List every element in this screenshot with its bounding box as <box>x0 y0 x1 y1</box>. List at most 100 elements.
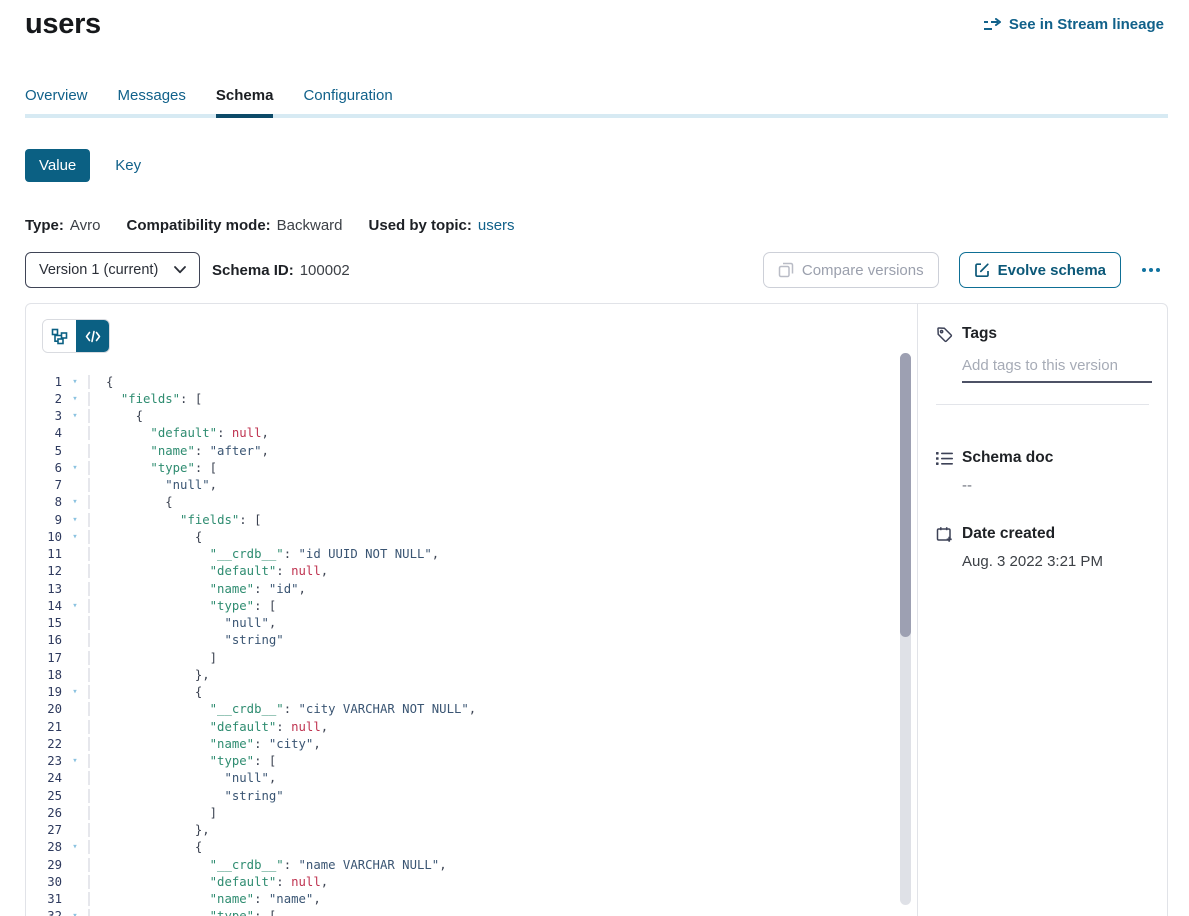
editor-view-toggle <box>42 319 110 353</box>
code-line: 22 "name": "city", <box>26 735 917 752</box>
code-line: 30 "default": null, <box>26 873 917 890</box>
stream-lineage-label: See in Stream lineage <box>1009 16 1164 33</box>
fold-toggle-icon[interactable]: ▾ <box>62 532 88 542</box>
date-created-value: Aug. 3 2022 3:21 PM <box>962 553 1152 570</box>
code-text: "default": null, <box>88 875 328 889</box>
schema-editor: 1▾{2▾ "fields": [3▾ {4 "default": null,5… <box>26 304 918 916</box>
code-text: "fields": [ <box>88 513 262 527</box>
line-number: 27 <box>26 823 62 837</box>
fold-toggle-icon[interactable]: ▾ <box>62 463 88 473</box>
version-bar: Version 1 (current) Schema ID: 100002 Co… <box>25 252 1164 288</box>
fold-toggle-icon[interactable]: ▾ <box>62 377 88 387</box>
line-number: 15 <box>26 616 62 630</box>
key-toggle-button[interactable]: Key <box>115 157 141 174</box>
add-tags-input[interactable] <box>962 357 1152 383</box>
type-label: Type: <box>25 217 64 234</box>
code-text: }, <box>88 668 210 682</box>
editor-scrollbar-thumb[interactable] <box>900 353 911 637</box>
schema-id: Schema ID: 100002 <box>212 262 350 279</box>
code-text: "string" <box>88 789 284 803</box>
calendar-plus-icon <box>936 526 953 543</box>
schema-meta: Type: Avro Compatibility mode: Backward … <box>25 217 1164 234</box>
code-line: 8▾ { <box>26 494 917 511</box>
schema-doc-heading: Schema doc <box>962 449 1053 467</box>
code-line: 6▾ "type": [ <box>26 459 917 476</box>
fold-toggle-icon[interactable]: ▾ <box>62 687 88 697</box>
line-number: 7 <box>26 478 62 492</box>
code-line: 29 "__crdb__": "name VARCHAR NULL", <box>26 856 917 873</box>
code-text: "type": [ <box>88 909 276 916</box>
code-text: "fields": [ <box>88 392 202 406</box>
code-text: "name": "id", <box>88 582 306 596</box>
tab-configuration[interactable]: Configuration <box>303 87 392 118</box>
tab-overview[interactable]: Overview <box>25 87 88 118</box>
version-select[interactable]: Version 1 (current) <box>25 252 200 288</box>
compatibility-label: Compatibility mode: <box>126 217 270 234</box>
compare-versions-button[interactable]: Compare versions <box>763 252 939 288</box>
code-text: "type": [ <box>88 461 217 475</box>
code-line: 7 "null", <box>26 477 917 494</box>
edit-icon <box>974 262 990 278</box>
fold-toggle-icon[interactable]: ▾ <box>62 394 88 404</box>
code-line: 26 ] <box>26 804 917 821</box>
code-line: 25 "string" <box>26 787 917 804</box>
line-number: 6 <box>26 461 62 475</box>
topic-link[interactable]: users <box>478 217 515 234</box>
code-text: { <box>88 840 202 854</box>
line-number: 9 <box>26 513 62 527</box>
fold-toggle-icon[interactable]: ▾ <box>62 842 88 852</box>
line-number: 31 <box>26 892 62 906</box>
fold-toggle-icon[interactable]: ▾ <box>62 497 88 507</box>
code-editor-content[interactable]: 1▾{2▾ "fields": [3▾ {4 "default": null,5… <box>26 373 917 916</box>
line-number: 2 <box>26 392 62 406</box>
chevron-down-icon <box>174 266 186 274</box>
code-text: { <box>88 495 173 509</box>
tag-icon <box>936 326 953 343</box>
line-number: 30 <box>26 875 62 889</box>
stream-lineage-link[interactable]: See in Stream lineage <box>983 16 1164 33</box>
code-view-button[interactable] <box>76 320 109 352</box>
code-line: 13 "name": "id", <box>26 580 917 597</box>
compatibility-value: Backward <box>277 217 343 234</box>
schema-panel: 1▾{2▾ "fields": [3▾ {4 "default": null,5… <box>25 303 1168 916</box>
line-number: 19 <box>26 685 62 699</box>
tab-schema[interactable]: Schema <box>216 87 274 118</box>
code-line: 11 "__crdb__": "id UUID NOT NULL", <box>26 546 917 563</box>
editor-scrollbar[interactable] <box>900 353 911 905</box>
fold-toggle-icon[interactable]: ▾ <box>62 756 88 766</box>
line-number: 5 <box>26 444 62 458</box>
code-text: "default": null, <box>88 720 328 734</box>
evolve-schema-button[interactable]: Evolve schema <box>959 252 1121 288</box>
code-text: "type": [ <box>88 754 276 768</box>
page-title: users <box>25 8 101 41</box>
code-text: "__crdb__": "name VARCHAR NULL", <box>88 858 447 872</box>
code-line: 1▾{ <box>26 373 917 390</box>
date-created-heading: Date created <box>962 525 1055 543</box>
code-text: "string" <box>88 633 284 647</box>
line-number: 29 <box>26 858 62 872</box>
version-select-value: Version 1 (current) <box>39 262 158 278</box>
tab-messages[interactable]: Messages <box>118 87 186 118</box>
code-text: "name": "after", <box>88 444 269 458</box>
stream-lineage-icon <box>983 18 1002 32</box>
tree-view-icon <box>51 328 68 345</box>
page-header: users See in Stream lineage <box>0 0 1189 41</box>
code-text: }, <box>88 823 210 837</box>
code-line: 12 "default": null, <box>26 563 917 580</box>
tree-view-button[interactable] <box>43 320 76 352</box>
code-text: { <box>88 530 202 544</box>
fold-toggle-icon[interactable]: ▾ <box>62 601 88 611</box>
line-number: 24 <box>26 771 62 785</box>
value-toggle-button[interactable]: Value <box>25 149 90 182</box>
code-line: 23▾ "type": [ <box>26 753 917 770</box>
schema-doc-value: -- <box>962 477 1152 494</box>
compatibility-mode: Compatibility mode: Backward <box>126 217 342 234</box>
more-actions-button[interactable] <box>1138 264 1164 276</box>
line-number: 18 <box>26 668 62 682</box>
code-line: 5 "name": "after", <box>26 442 917 459</box>
fold-toggle-icon[interactable]: ▾ <box>62 411 88 421</box>
fold-toggle-icon[interactable]: ▾ <box>62 515 88 525</box>
code-text: "default": null, <box>88 426 269 440</box>
code-text: ] <box>88 651 217 665</box>
fold-toggle-icon[interactable]: ▾ <box>62 911 88 916</box>
